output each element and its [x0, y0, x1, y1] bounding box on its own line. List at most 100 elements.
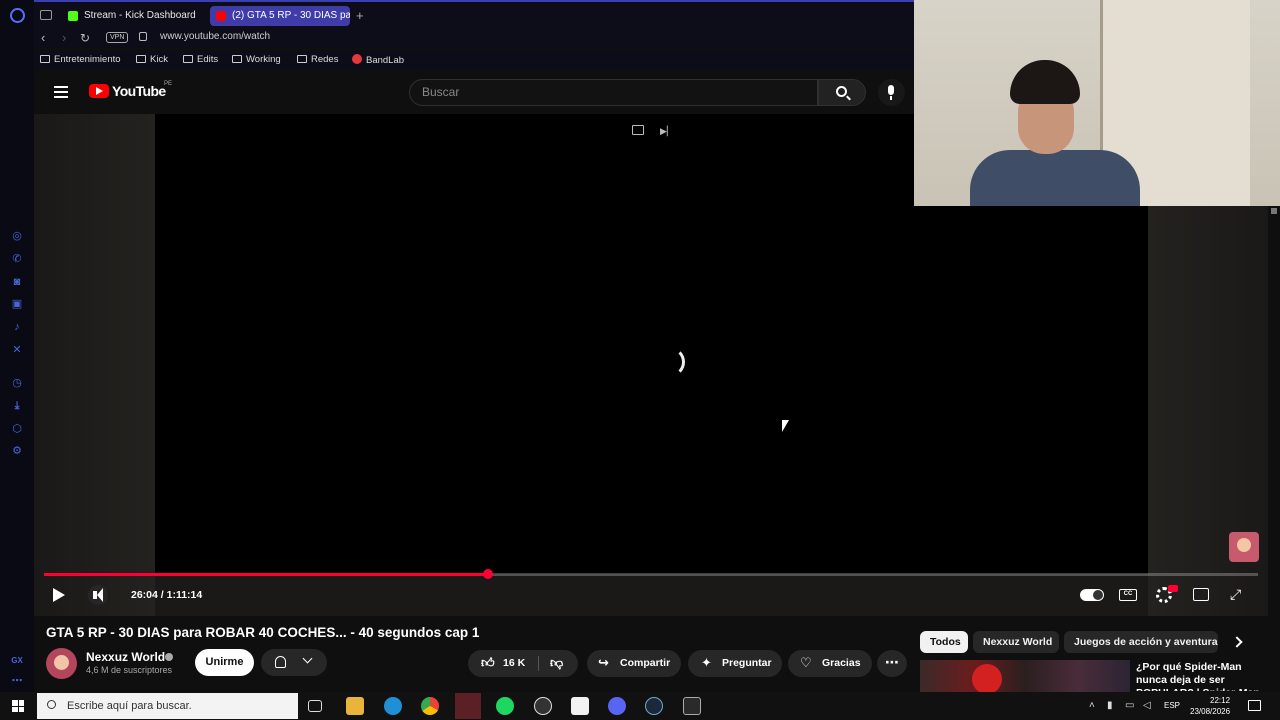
more-icon[interactable]: ⋯	[10, 674, 24, 688]
bookmark-label: Edits	[197, 54, 219, 65]
play-icon[interactable]	[53, 588, 65, 602]
vpn-badge[interactable]: VPN	[106, 32, 129, 43]
chip-nexxuz-world[interactable]: Nexxuz World	[973, 631, 1059, 653]
join-button[interactable]: Unirme	[195, 649, 254, 676]
opera-gx-icon[interactable]	[455, 693, 481, 719]
bell-icon	[275, 656, 286, 668]
reload-icon[interactable]: ↻	[80, 31, 90, 45]
youtube-logo-text[interactable]: YouTube	[112, 83, 166, 99]
chevron-down-icon	[302, 653, 313, 664]
taskbar-clock[interactable]: 22:12 23/08/2026	[1190, 695, 1230, 717]
hamburger-menu-icon[interactable]	[54, 86, 68, 98]
share-button[interactable]: ↪ Compartir	[587, 650, 681, 677]
thanks-button[interactable]: ♡ Gracias	[788, 650, 872, 677]
notifications-button[interactable]	[261, 649, 327, 676]
steam-icon[interactable]	[645, 697, 663, 715]
epic-games-icon[interactable]	[683, 697, 701, 715]
recommendation-thumbnail[interactable]	[920, 660, 1130, 692]
webcam-person	[970, 150, 1140, 206]
capcut-icon[interactable]	[571, 697, 589, 715]
subtitles-icon[interactable]: CC	[1119, 589, 1137, 601]
time-display: 26:04 / 1:11:14	[131, 589, 203, 601]
search-input[interactable]: Buscar	[409, 79, 818, 106]
discord-icon[interactable]: ◙	[10, 275, 24, 289]
tiktok-icon[interactable]: ♪	[10, 320, 24, 334]
loading-spinner-icon	[655, 347, 685, 377]
like-dislike-group: 👍︎ 16 K 👎︎	[468, 650, 578, 677]
share-arrow-icon: ↪	[598, 655, 609, 670]
channel-avatar[interactable]	[46, 648, 77, 679]
fullscreen-icon[interactable]: ⤢	[1230, 587, 1241, 601]
bookmark-working[interactable]: Working	[232, 54, 281, 66]
autoplay-toggle[interactable]	[1080, 589, 1104, 601]
voice-search-mic-icon[interactable]	[878, 79, 905, 106]
channel-name[interactable]: Nexxuz World	[86, 650, 165, 664]
spotify-icon[interactable]	[496, 697, 514, 715]
heart-dollar-icon: ♡	[800, 655, 812, 670]
notification-center-icon[interactable]	[1248, 700, 1261, 711]
extensions-icon[interactable]: ⬡	[10, 422, 24, 436]
progress-bar[interactable]	[44, 569, 1258, 579]
url-field[interactable]: www.youtube.com/watch	[160, 31, 270, 42]
youtube-logo-icon[interactable]	[89, 84, 109, 98]
browser-sidebar: ◎ ✆ ◙ ▣ ♪ ✕ ◷ ⤓ ⬡ ⚙ GX ⋯	[0, 0, 34, 692]
x-icon[interactable]: ✕	[10, 343, 24, 357]
bookmark-entretenimiento[interactable]: Entretenimiento	[40, 54, 121, 66]
chip-juegos-accion[interactable]: Juegos de acción y aventuras	[1064, 631, 1218, 653]
tab-bar: Stream - Kick Dashboard (2) GTA 5 RP - 3…	[34, 0, 914, 30]
kick-favicon-icon	[68, 11, 78, 21]
discord-icon[interactable]	[608, 697, 626, 715]
progress-scrubber-handle[interactable]	[483, 569, 493, 579]
like-count[interactable]: 16 K	[503, 650, 525, 677]
tab-kick-dashboard[interactable]: Stream - Kick Dashboard	[62, 6, 202, 26]
file-explorer-icon[interactable]	[346, 697, 364, 715]
picture-in-picture-icon[interactable]	[632, 125, 644, 135]
obs-icon[interactable]	[534, 697, 552, 715]
hd-badge	[1168, 585, 1178, 592]
network-icon[interactable]: ▭	[1125, 700, 1134, 712]
theater-mode-icon[interactable]	[1193, 588, 1209, 601]
edge-icon[interactable]	[384, 697, 402, 715]
history-icon[interactable]: ◷	[10, 376, 24, 390]
opera-logo-icon[interactable]	[10, 8, 25, 23]
settings-icon[interactable]: ⚙	[10, 444, 24, 458]
ask-button[interactable]: ✦ Preguntar	[688, 650, 782, 677]
keyboard-language[interactable]: ESP	[1164, 701, 1180, 710]
workspaces-icon[interactable]	[40, 10, 52, 20]
verified-check-icon	[165, 653, 173, 661]
gx-label[interactable]: GX	[10, 654, 24, 668]
whatsapp-icon[interactable]: ✆	[10, 252, 24, 266]
bookmark-bandlab[interactable]: BandLab	[352, 54, 404, 67]
task-view-icon[interactable]	[308, 700, 322, 712]
back-arrow-icon[interactable]: ‹	[41, 31, 45, 45]
bookmark-label: Kick	[150, 54, 168, 65]
forward-arrow-icon[interactable]: ›	[62, 31, 66, 45]
microphone-icon[interactable]: ▮	[1107, 700, 1113, 712]
page-scrollbar[interactable]	[1268, 206, 1280, 692]
more-actions-button[interactable]: ⋯	[877, 650, 907, 677]
chip-todos[interactable]: Todos	[920, 631, 968, 653]
bookmark-edits[interactable]: Edits	[183, 54, 218, 66]
new-tab-button[interactable]: +	[356, 8, 364, 24]
speaker-icon[interactable]: ◁	[1143, 700, 1151, 712]
instagram-icon[interactable]: ▣	[10, 297, 24, 311]
search-button[interactable]	[818, 79, 866, 106]
taskbar-search-input[interactable]: Escribe aquí para buscar.	[37, 693, 298, 719]
aria-icon[interactable]: ◎	[10, 229, 24, 243]
thumbs-up-icon[interactable]: 👍︎	[481, 656, 495, 670]
windows-start-icon[interactable]	[12, 700, 24, 712]
volume-icon[interactable]	[88, 585, 108, 605]
channel-watermark[interactable]	[1229, 532, 1259, 562]
chevron-right-icon[interactable]	[1231, 636, 1243, 648]
bookmark-redes[interactable]: Redes	[297, 54, 338, 66]
thumbs-down-icon[interactable]: 👎︎	[550, 656, 563, 670]
chrome-icon[interactable]	[421, 697, 439, 715]
skip-next-icon[interactable]: ▶▏	[660, 126, 674, 136]
downloads-icon[interactable]: ⤓	[10, 399, 24, 413]
bookmark-kick[interactable]: Kick	[136, 54, 168, 66]
bookmark-label: Entretenimiento	[54, 54, 121, 65]
recommendation-title[interactable]: ¿Por qué Spider-Man nunca deja de ser PO…	[1136, 661, 1266, 691]
tab-youtube-video[interactable]: (2) GTA 5 RP - 30 DIAS para ROBAR 40 COC…	[210, 6, 350, 26]
lock-icon[interactable]	[139, 32, 147, 41]
chevron-up-icon[interactable]: ˄	[1089, 700, 1095, 712]
